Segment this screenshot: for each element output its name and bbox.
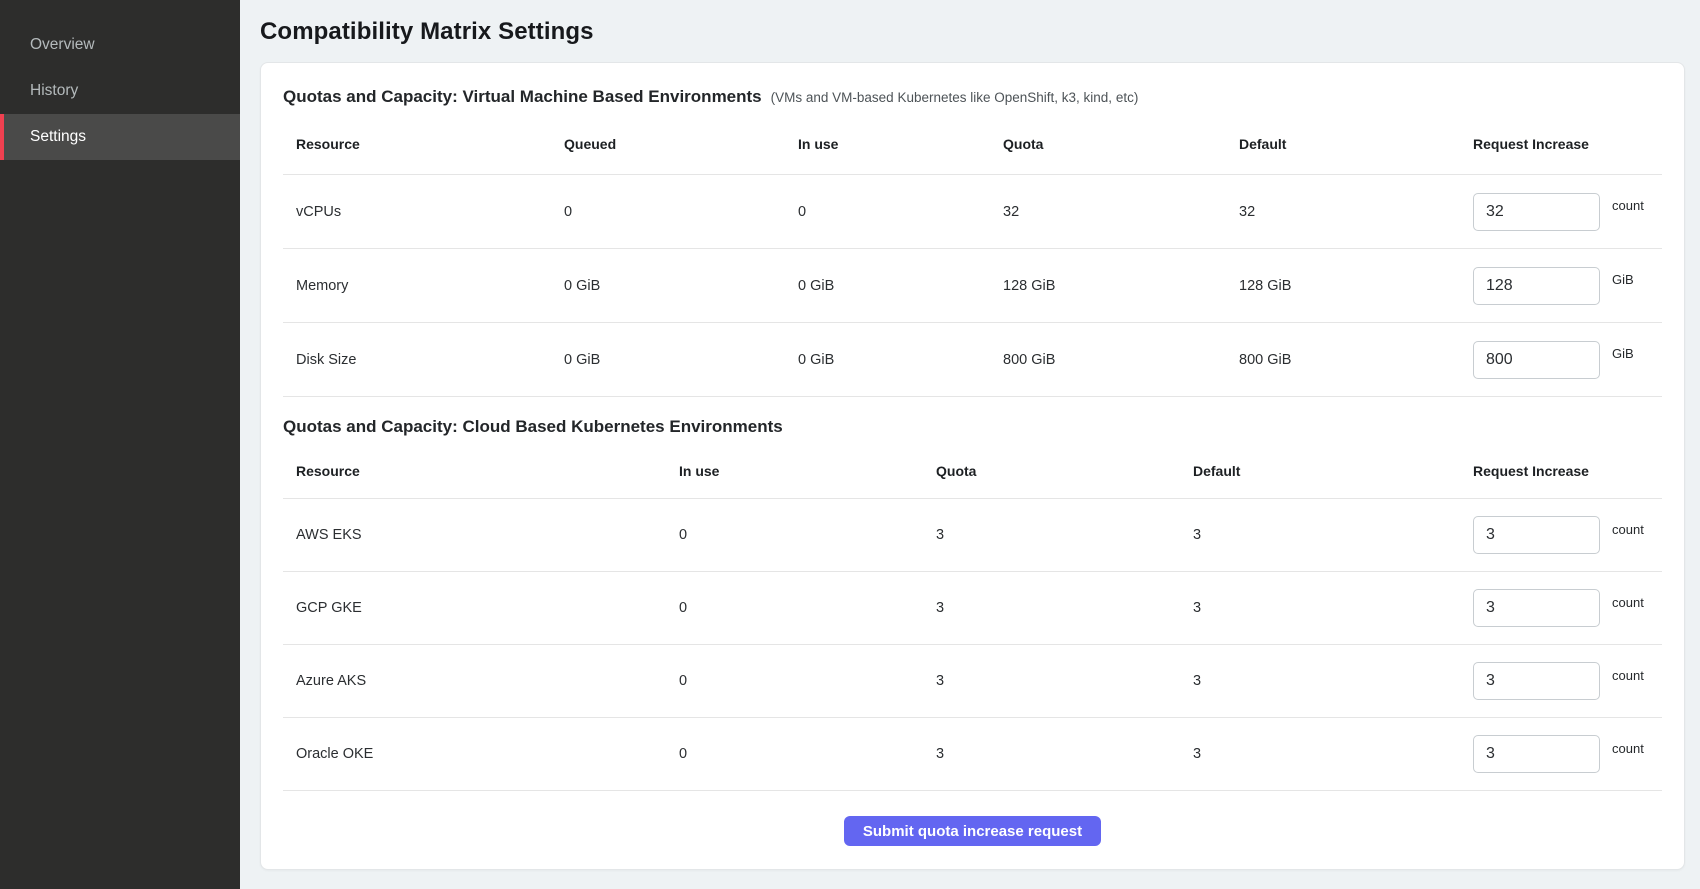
table-row-gcp-gke: GCP GKE 0 3 3 count bbox=[283, 572, 1662, 645]
section-title: Quotas and Capacity: Cloud Based Kuberne… bbox=[283, 417, 783, 437]
vcpus-request-input[interactable] bbox=[1473, 193, 1600, 231]
column-header-request-increase: Request Increase bbox=[1473, 463, 1662, 479]
sidebar-item-label: Overview bbox=[30, 36, 95, 54]
unit-label: count bbox=[1612, 741, 1644, 756]
sidebar-item-label: History bbox=[30, 82, 78, 100]
quota-value: 800 GiB bbox=[1003, 352, 1239, 368]
default-value: 3 bbox=[1193, 600, 1473, 616]
section-cloud-kubernetes: Quotas and Capacity: Cloud Based Kuberne… bbox=[283, 417, 1662, 791]
default-value: 800 GiB bbox=[1239, 352, 1473, 368]
oracle-oke-request-input[interactable] bbox=[1473, 735, 1600, 773]
default-value: 3 bbox=[1193, 527, 1473, 543]
quota-value: 32 bbox=[1003, 204, 1239, 220]
in-use-value: 0 bbox=[679, 746, 936, 762]
request-increase-cell: GiB bbox=[1473, 267, 1662, 305]
section-vm-environments: Quotas and Capacity: Virtual Machine Bas… bbox=[283, 87, 1662, 397]
request-increase-cell: count bbox=[1473, 193, 1662, 231]
memory-request-input[interactable] bbox=[1473, 267, 1600, 305]
request-increase-cell: GiB bbox=[1473, 341, 1662, 379]
column-header-resource: Resource bbox=[283, 463, 679, 479]
quota-value: 3 bbox=[936, 746, 1193, 762]
page-title: Compatibility Matrix Settings bbox=[260, 18, 1685, 46]
sidebar: Overview History Settings bbox=[0, 0, 240, 889]
resource-name: Oracle OKE bbox=[283, 746, 679, 762]
column-header-quota: Quota bbox=[1003, 136, 1239, 152]
queued-value: 0 GiB bbox=[564, 278, 798, 294]
disk-size-request-input[interactable] bbox=[1473, 341, 1600, 379]
unit-label: GiB bbox=[1612, 346, 1634, 361]
quota-value: 128 GiB bbox=[1003, 278, 1239, 294]
in-use-value: 0 bbox=[798, 204, 1003, 220]
resource-name: vCPUs bbox=[283, 204, 564, 220]
quota-value: 3 bbox=[936, 600, 1193, 616]
request-increase-cell: count bbox=[1473, 589, 1662, 627]
column-header-queued: Queued bbox=[564, 136, 798, 152]
gcp-gke-request-input[interactable] bbox=[1473, 589, 1600, 627]
column-header-default: Default bbox=[1193, 463, 1473, 479]
sidebar-item-label: Settings bbox=[30, 128, 86, 146]
resource-name: Azure AKS bbox=[283, 673, 679, 689]
aws-eks-request-input[interactable] bbox=[1473, 516, 1600, 554]
quota-value: 3 bbox=[936, 673, 1193, 689]
column-header-in-use: In use bbox=[679, 463, 936, 479]
queued-value: 0 GiB bbox=[564, 352, 798, 368]
resource-name: AWS EKS bbox=[283, 527, 679, 543]
sidebar-item-overview[interactable]: Overview bbox=[0, 22, 240, 68]
queued-value: 0 bbox=[564, 204, 798, 220]
unit-label: count bbox=[1612, 595, 1644, 610]
sidebar-item-history[interactable]: History bbox=[0, 68, 240, 114]
default-value: 3 bbox=[1193, 746, 1473, 762]
unit-label: count bbox=[1612, 522, 1644, 537]
unit-label: count bbox=[1612, 198, 1644, 213]
unit-label: GiB bbox=[1612, 272, 1634, 287]
settings-card: Quotas and Capacity: Virtual Machine Bas… bbox=[260, 62, 1685, 870]
quota-value: 3 bbox=[936, 527, 1193, 543]
unit-label: count bbox=[1612, 668, 1644, 683]
table-row-aws-eks: AWS EKS 0 3 3 count bbox=[283, 499, 1662, 572]
azure-aks-request-input[interactable] bbox=[1473, 662, 1600, 700]
in-use-value: 0 GiB bbox=[798, 352, 1003, 368]
in-use-value: 0 bbox=[679, 527, 936, 543]
submit-quota-increase-button[interactable]: Submit quota increase request bbox=[844, 816, 1101, 846]
resource-name: GCP GKE bbox=[283, 600, 679, 616]
main-content: Compatibility Matrix Settings Quotas and… bbox=[240, 0, 1700, 889]
table-row-disk-size: Disk Size 0 GiB 0 GiB 800 GiB 800 GiB Gi… bbox=[283, 323, 1662, 397]
section-header: Quotas and Capacity: Cloud Based Kuberne… bbox=[283, 417, 1662, 437]
in-use-value: 0 bbox=[679, 600, 936, 616]
column-header-default: Default bbox=[1239, 136, 1473, 152]
default-value: 32 bbox=[1239, 204, 1473, 220]
table-header-row: Resource Queued In use Quota Default Req… bbox=[283, 113, 1662, 175]
default-value: 3 bbox=[1193, 673, 1473, 689]
table-row-azure-aks: Azure AKS 0 3 3 count bbox=[283, 645, 1662, 718]
table-header-row: Resource In use Quota Default Request In… bbox=[283, 443, 1662, 499]
table-row-oracle-oke: Oracle OKE 0 3 3 count bbox=[283, 718, 1662, 791]
request-increase-cell: count bbox=[1473, 516, 1662, 554]
in-use-value: 0 GiB bbox=[798, 278, 1003, 294]
resource-name: Memory bbox=[283, 278, 564, 294]
column-header-in-use: In use bbox=[798, 136, 1003, 152]
section-header: Quotas and Capacity: Virtual Machine Bas… bbox=[283, 87, 1662, 107]
resource-name: Disk Size bbox=[283, 352, 564, 368]
request-increase-cell: count bbox=[1473, 735, 1662, 773]
default-value: 128 GiB bbox=[1239, 278, 1473, 294]
sidebar-item-settings[interactable]: Settings bbox=[0, 114, 240, 160]
section-subtitle: (VMs and VM-based Kubernetes like OpenSh… bbox=[771, 90, 1139, 105]
section-title: Quotas and Capacity: Virtual Machine Bas… bbox=[283, 87, 762, 107]
in-use-value: 0 bbox=[679, 673, 936, 689]
column-header-resource: Resource bbox=[283, 136, 564, 152]
card-footer: Submit quota increase request bbox=[283, 791, 1662, 846]
column-header-quota: Quota bbox=[936, 463, 1193, 479]
column-header-request-increase: Request Increase bbox=[1473, 136, 1662, 152]
table-row-memory: Memory 0 GiB 0 GiB 128 GiB 128 GiB GiB bbox=[283, 249, 1662, 323]
request-increase-cell: count bbox=[1473, 662, 1662, 700]
table-row-vcpus: vCPUs 0 0 32 32 count bbox=[283, 175, 1662, 249]
